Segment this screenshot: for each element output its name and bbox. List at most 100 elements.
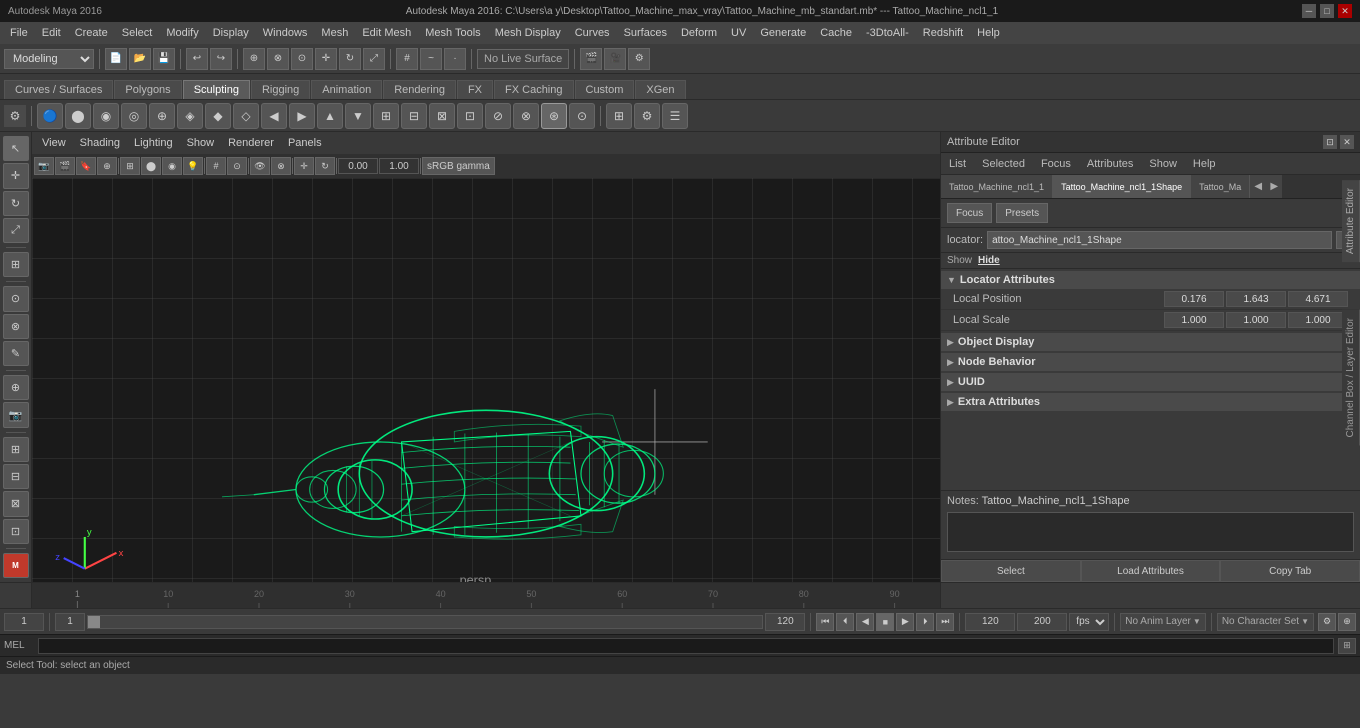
range-end-input[interactable]	[765, 613, 805, 631]
vp-texture-btn[interactable]: ◉	[162, 157, 182, 175]
playback-end-input[interactable]	[965, 613, 1015, 631]
range-start-input[interactable]	[55, 613, 85, 631]
sculpt-btn-17[interactable]: ⊘	[485, 103, 511, 129]
menu-modify[interactable]: Modify	[160, 25, 204, 41]
select-bottom-btn[interactable]: Select	[941, 560, 1081, 582]
menu-3dtoa[interactable]: -3DtoAll-	[860, 25, 915, 41]
play-fwd-btn[interactable]: ▶	[896, 613, 914, 631]
tab-fx-caching[interactable]: FX Caching	[494, 80, 573, 99]
menu-display[interactable]: Display	[207, 25, 255, 41]
layer-btn-3[interactable]: ⊠	[3, 491, 29, 516]
save-btn[interactable]: 💾	[153, 48, 175, 70]
sculpt-settings-btn[interactable]: ⚙	[634, 103, 660, 129]
attr-nav-show[interactable]: Show	[1145, 156, 1181, 172]
locator-input[interactable]	[987, 231, 1332, 249]
local-position-z[interactable]	[1288, 291, 1348, 307]
paint-btn[interactable]: ⊙	[291, 48, 313, 70]
sculpt-btn-2[interactable]: ⬤	[65, 103, 91, 129]
snap-point-btn[interactable]: ·	[444, 48, 466, 70]
sculpt-extra-btn[interactable]: ☰	[662, 103, 688, 129]
tab-xgen[interactable]: XGen	[635, 80, 685, 99]
sculpt-btn-16[interactable]: ⊡	[457, 103, 483, 129]
minimize-btn[interactable]: ─	[1302, 4, 1316, 18]
move-tool-btn[interactable]: ✛	[3, 163, 29, 188]
snap-to-btn[interactable]: ⊕	[3, 375, 29, 400]
menu-uv[interactable]: UV	[725, 25, 752, 41]
menu-edit[interactable]: Edit	[36, 25, 67, 41]
obj-tab-prev-arrow[interactable]: ◀	[1250, 175, 1266, 198]
vp-isolate-btn[interactable]: ⊗	[271, 157, 291, 175]
sculpt-btn-3[interactable]: ◉	[93, 103, 119, 129]
sculpt-btn-13[interactable]: ⊞	[373, 103, 399, 129]
select-btn[interactable]: ⊕	[243, 48, 265, 70]
vp-grid-btn[interactable]: #	[206, 157, 226, 175]
cmd-expand-btn[interactable]: ⊞	[1338, 638, 1356, 654]
notes-textarea[interactable]	[947, 512, 1354, 552]
tab-polygons[interactable]: Polygons	[114, 80, 181, 99]
render-seq-btn[interactable]: 🎥	[604, 48, 626, 70]
rotate-tool-btn[interactable]: ↻	[3, 191, 29, 216]
show-label[interactable]: Show	[947, 255, 972, 266]
local-position-y[interactable]	[1226, 291, 1286, 307]
close-btn[interactable]: ✕	[1338, 4, 1352, 18]
vp-light-btn[interactable]: 💡	[183, 157, 203, 175]
vp-menu-show[interactable]: Show	[181, 135, 221, 151]
channel-box-side-tab[interactable]: Channel Box / Layer Editor	[1342, 310, 1360, 446]
vp-menu-view[interactable]: View	[36, 135, 72, 151]
soft-select-btn[interactable]: ⊙	[3, 286, 29, 311]
menu-redshift[interactable]: Redshift	[917, 25, 969, 41]
snap-curve-btn[interactable]: ~	[420, 48, 442, 70]
layer-btn-2[interactable]: ⊟	[3, 464, 29, 489]
menu-select[interactable]: Select	[116, 25, 159, 41]
menu-file[interactable]: File	[4, 25, 34, 41]
sculpt-btn-8[interactable]: ◇	[233, 103, 259, 129]
tab-sculpting[interactable]: Sculpting	[183, 80, 250, 99]
menu-edit-mesh[interactable]: Edit Mesh	[356, 25, 417, 41]
local-position-x[interactable]	[1164, 291, 1224, 307]
hide-label[interactable]: Hide	[978, 255, 1000, 266]
vp-wireframe-btn[interactable]: ⊞	[120, 157, 140, 175]
vp-cam-btn[interactable]: 📷	[34, 157, 54, 175]
show-manip-btn[interactable]: ⊞	[3, 252, 29, 277]
command-input[interactable]	[38, 638, 1334, 654]
char-set-extra-btn[interactable]: ⊕	[1338, 613, 1356, 631]
sculpt-btn-10[interactable]: ▶	[289, 103, 315, 129]
menu-help[interactable]: Help	[971, 25, 1006, 41]
sculpt-btn-20[interactable]: ⊙	[569, 103, 595, 129]
sculpt-btn-7[interactable]: ◆	[205, 103, 231, 129]
current-frame-input[interactable]	[4, 613, 44, 631]
menu-generate[interactable]: Generate	[754, 25, 812, 41]
play-back-btn[interactable]: ◀	[856, 613, 874, 631]
ae-side-tab[interactable]: Attribute Editor	[1342, 180, 1360, 262]
attr-nav-selected[interactable]: Selected	[978, 156, 1029, 172]
menu-surfaces[interactable]: Surfaces	[618, 25, 673, 41]
sculpt-btn-1[interactable]: 🔵	[37, 103, 63, 129]
rotate-btn[interactable]: ↻	[339, 48, 361, 70]
display-settings-btn[interactable]: ⚙	[628, 48, 650, 70]
presets-button[interactable]: Presets	[996, 203, 1048, 223]
maya-logo-btn[interactable]: M	[3, 553, 29, 578]
sculpt-btn-14[interactable]: ⊟	[401, 103, 427, 129]
stop-btn[interactable]: ■	[876, 613, 894, 631]
sculpt-btn-19[interactable]: ⊛	[541, 103, 567, 129]
tab-rendering[interactable]: Rendering	[383, 80, 456, 99]
sculpt-btn-18[interactable]: ⊗	[513, 103, 539, 129]
vp-value-input-1[interactable]	[338, 158, 378, 174]
fps-dropdown[interactable]: fps	[1069, 613, 1109, 631]
menu-mesh-tools[interactable]: Mesh Tools	[419, 25, 486, 41]
vp-menu-panels[interactable]: Panels	[282, 135, 328, 151]
sculpt-btn-4[interactable]: ◎	[121, 103, 147, 129]
maximize-btn[interactable]: □	[1320, 4, 1334, 18]
layer-btn-4[interactable]: ⊡	[3, 519, 29, 544]
anim-layer-dropdown[interactable]: ▼	[1193, 617, 1201, 626]
obj-tab-next-arrow[interactable]: ▶	[1266, 175, 1282, 198]
vp-menu-shading[interactable]: Shading	[74, 135, 126, 151]
paint-select-btn[interactable]: ✎	[3, 341, 29, 366]
scale-tool-btn[interactable]: ⤢	[3, 218, 29, 243]
sculpt-btn-15[interactable]: ⊠	[429, 103, 455, 129]
menu-deform[interactable]: Deform	[675, 25, 723, 41]
local-scale-x[interactable]	[1164, 312, 1224, 328]
open-btn[interactable]: 📂	[129, 48, 151, 70]
vp-menu-renderer[interactable]: Renderer	[222, 135, 280, 151]
sculpt-grid-btn[interactable]: ⊞	[606, 103, 632, 129]
